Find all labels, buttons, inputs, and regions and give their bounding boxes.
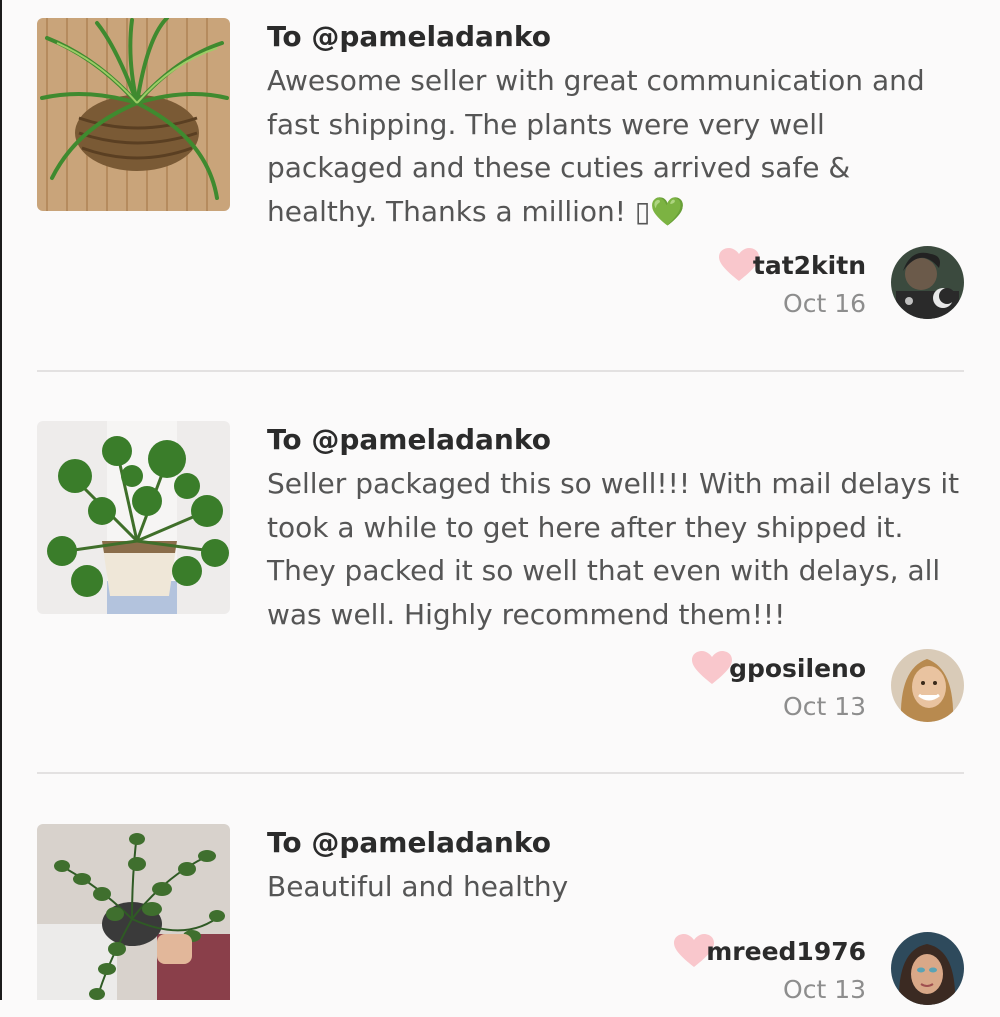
review-photo-pilea-plant[interactable] [37,421,230,614]
reviewer-username[interactable]: gposileno [729,651,866,687]
review-date: Oct 13 [783,692,866,721]
review-date: Oct 16 [783,289,866,318]
reviewer-avatar[interactable] [891,246,964,319]
review-photo-trailing-plant[interactable] [37,824,230,1017]
review-recipient[interactable]: To @pameladanko [267,824,967,862]
reviewer-avatar[interactable] [891,932,964,1005]
review-photo-spider-plant[interactable] [37,18,230,211]
review-date: Oct 13 [783,975,866,1004]
review-text: Awesome seller with great communication … [267,64,925,228]
window-edge [0,0,2,1000]
review-meta: mreed1976 Oct 13 [664,932,964,1012]
heart-icon[interactable] [692,651,732,685]
review-text: Seller packaged this so well!!! With mai… [267,467,960,631]
review-recipient[interactable]: To @pameladanko [267,18,967,56]
review-text: Beautiful and healthy [267,870,569,903]
reviewer-avatar[interactable] [891,649,964,722]
divider [37,772,964,774]
review-meta: tat2kitn Oct 16 [664,246,964,326]
divider [37,370,964,372]
review-meta: gposileno Oct 13 [664,649,964,729]
reviewer-username[interactable]: tat2kitn [753,248,866,284]
reviewer-username[interactable]: mreed1976 [706,934,866,970]
review-recipient[interactable]: To @pameladanko [267,421,967,459]
